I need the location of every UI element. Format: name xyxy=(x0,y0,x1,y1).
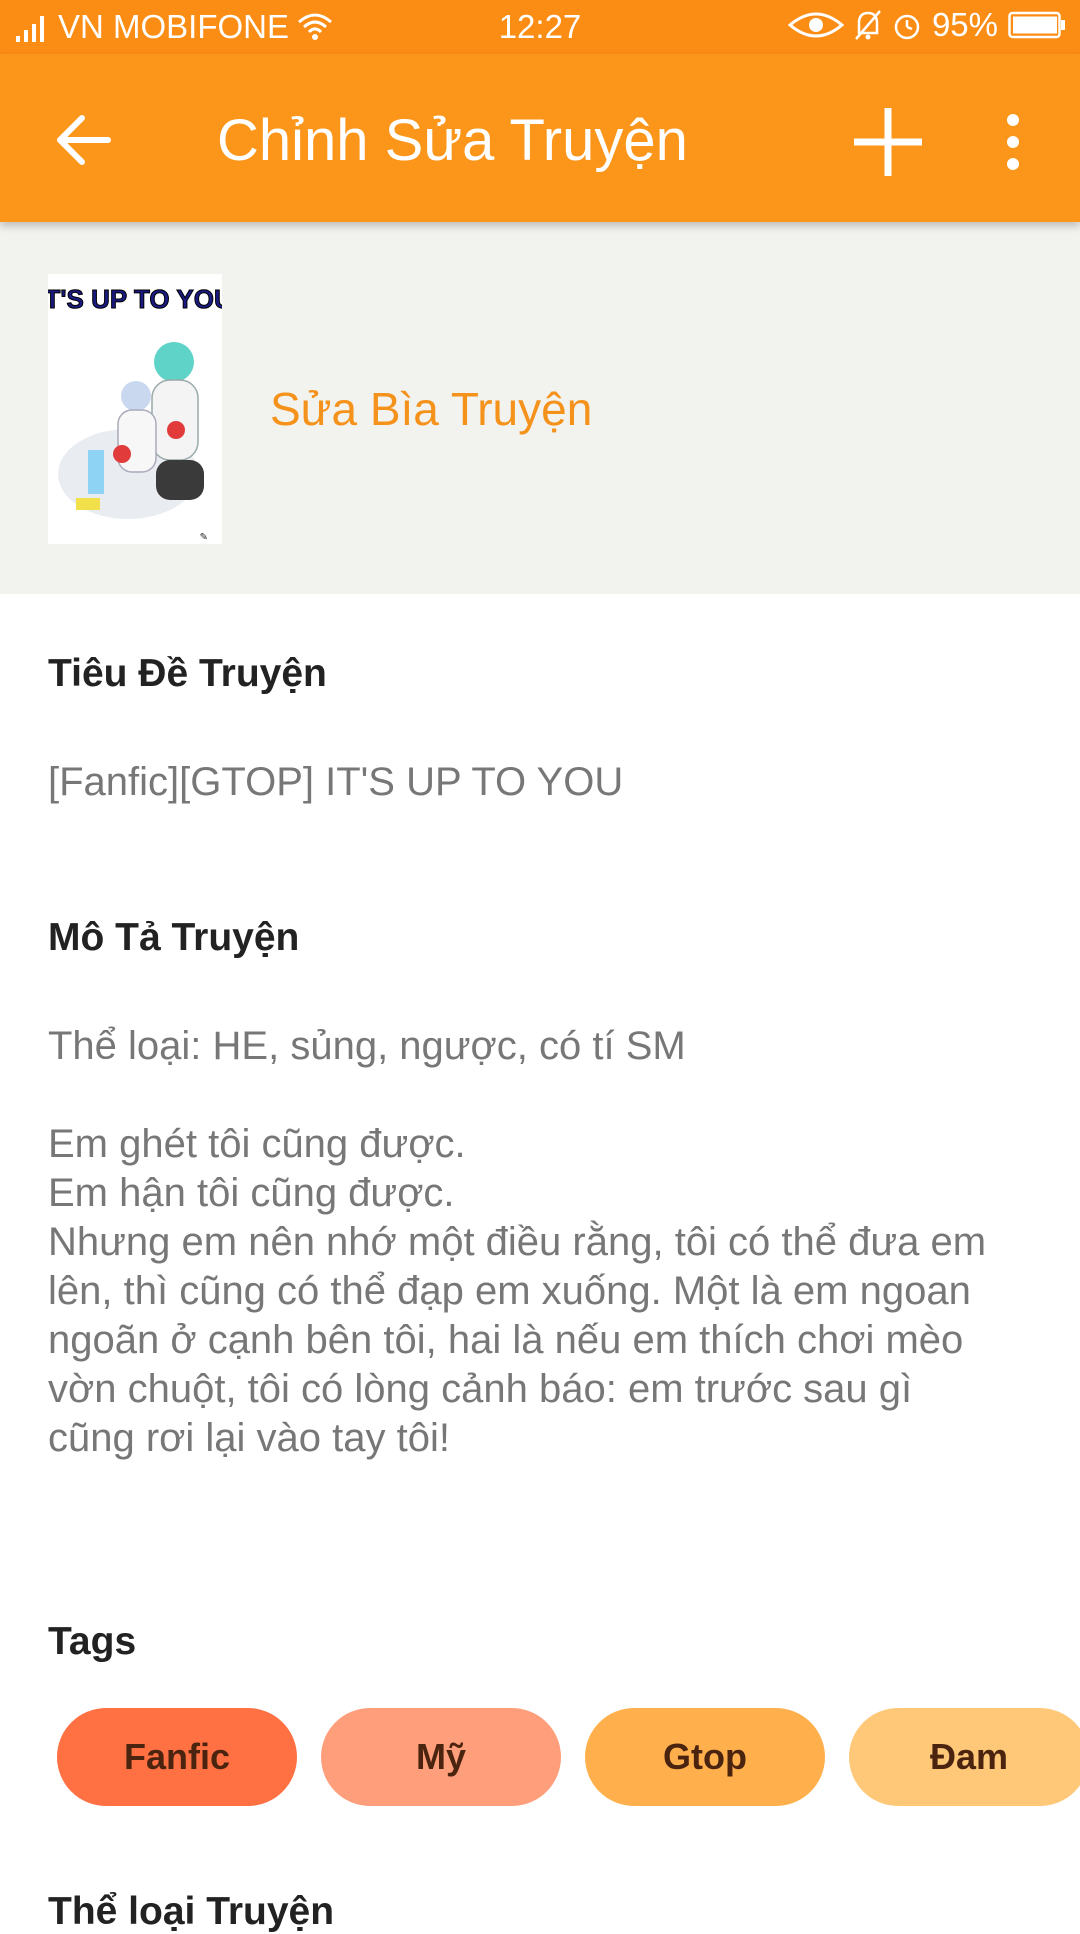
story-title-label: Tiêu Đề Truyện xyxy=(48,652,327,695)
story-title-field[interactable]: [Fanfic][GTOP] IT'S UP TO YOU xyxy=(48,758,1038,807)
battery-percent: 95% xyxy=(931,6,998,43)
tag-list: Fanfic Mỹ Gtop Đam xyxy=(57,1708,1080,1808)
description-label: Mô Tả Truyện xyxy=(48,916,300,959)
description-line: Em hận tôi cũng được. xyxy=(48,1171,455,1215)
description-line: ngoãn ở cạnh bên tôi, hai là nếu em thíc… xyxy=(48,1318,964,1362)
description-field[interactable]: Thể loại: HE, sủng, ngược, có tí SM Em g… xyxy=(48,1022,1038,1463)
description-line: lên, thì cũng có thể đạp em xuống. Một l… xyxy=(48,1269,971,1313)
genre-section-label: Thể loại Truyện xyxy=(48,1890,335,1933)
tags-label: Tags xyxy=(48,1620,137,1663)
alarm-icon xyxy=(892,9,922,41)
description-line: cũng rơi lại vào tay tôi! xyxy=(48,1416,450,1460)
app-bar: Chỉnh Sửa Truyện xyxy=(0,54,1080,222)
description-line: vờn chuột, tôi có lòng cảnh báo: em trướ… xyxy=(48,1367,913,1411)
more-vert-icon[interactable] xyxy=(990,110,1036,174)
tag-chip-gtop[interactable]: Gtop xyxy=(585,1708,825,1806)
battery-icon xyxy=(1008,11,1066,39)
eye-icon xyxy=(787,9,844,41)
cover-image[interactable]: IT'S UP TO YOU ✎ xyxy=(48,274,222,544)
page-title: Chỉnh Sửa Truyện xyxy=(217,108,688,173)
status-right: 95% xyxy=(787,6,1066,44)
tag-chip-my[interactable]: Mỹ xyxy=(321,1708,561,1806)
description-line: Nhưng em nên nhớ một điều rằng, tôi có t… xyxy=(48,1220,987,1264)
tag-chip-fanfic[interactable]: Fanfic xyxy=(57,1708,297,1806)
bell-off-icon xyxy=(854,9,882,41)
plus-icon[interactable] xyxy=(850,104,926,180)
svg-text:✎: ✎ xyxy=(200,532,208,543)
tag-chip-dam[interactable]: Đam xyxy=(849,1708,1080,1806)
description-genre-line: Thể loại: HE, sủng, ngược, có tí SM xyxy=(48,1024,686,1068)
status-bar: VN MOBIFONE 12:27 95% xyxy=(0,0,1080,54)
description-line: Em ghét tôi cũng được. xyxy=(48,1122,466,1166)
cover-section: IT'S UP TO YOU ✎ Sửa Bìa Truyện xyxy=(0,222,1080,594)
back-arrow-icon[interactable] xyxy=(52,108,116,172)
edit-cover-link[interactable]: Sửa Bìa Truyện xyxy=(270,382,592,436)
cover-title-text: IT'S UP TO YOU xyxy=(48,284,222,314)
